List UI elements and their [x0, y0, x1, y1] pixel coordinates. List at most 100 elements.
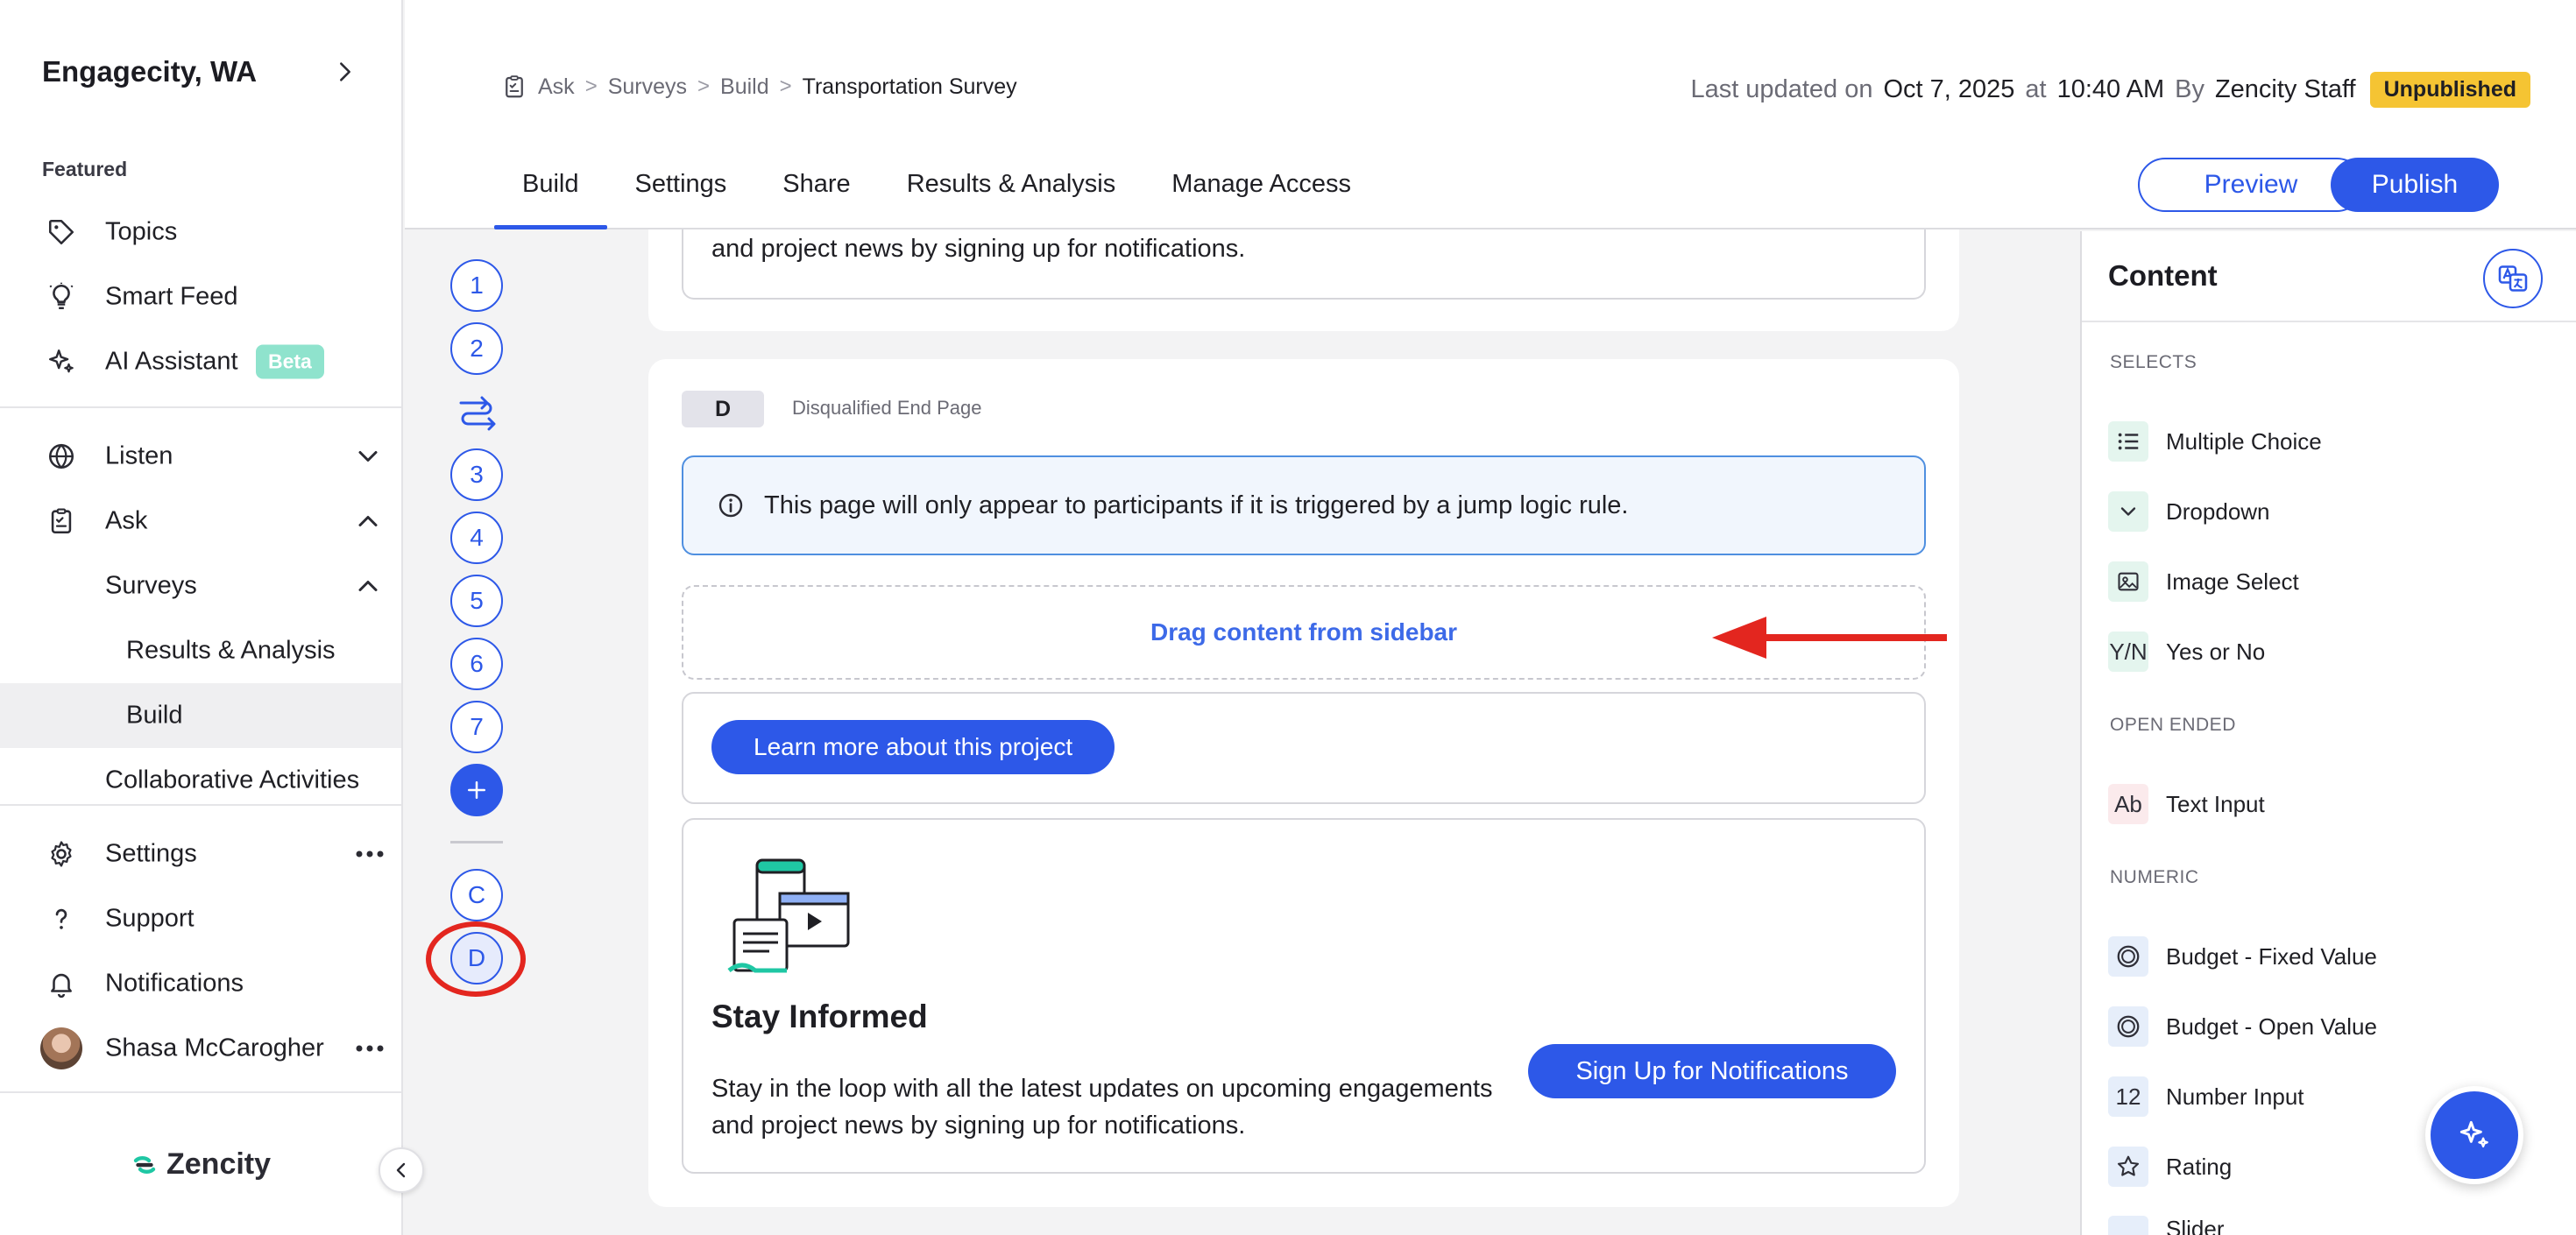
- sidebar-item-ai-assistant[interactable]: AI Assistant Beta: [0, 329, 401, 394]
- tab-results-analysis[interactable]: Results & Analysis: [879, 156, 1144, 229]
- sidebar-divider: [0, 406, 401, 408]
- step-1[interactable]: 1: [450, 259, 503, 312]
- sign-up-notifications-button[interactable]: Sign Up for Notifications: [1528, 1044, 1896, 1098]
- learn-more-button[interactable]: Learn more about this project: [711, 720, 1115, 774]
- sidebar-item-results-analysis[interactable]: Results & Analysis: [0, 618, 401, 683]
- sidebar-item-ask[interactable]: Ask: [0, 489, 401, 554]
- sidebar-item-support[interactable]: Support: [0, 886, 401, 951]
- step-7[interactable]: 7: [450, 701, 503, 753]
- item-label: Text Input: [2166, 790, 2265, 817]
- multiple-choice-item[interactable]: Multiple Choice: [2108, 420, 2322, 462]
- page-badge: D: [682, 391, 764, 427]
- sidebar-item-smart-feed[interactable]: Smart Feed: [0, 265, 401, 329]
- numeric-section-label: NUMERIC: [2110, 867, 2199, 887]
- more-options-icon[interactable]: [352, 1040, 387, 1057]
- last-updated-date: Oct 7, 2025: [1883, 75, 2015, 103]
- lightbulb-icon: [44, 279, 79, 314]
- sidebar-item-collaborative-activities[interactable]: Collaborative Activities: [0, 748, 401, 813]
- jump-logic-notice: This page will only appear to participan…: [682, 455, 1926, 555]
- image-icon: [2108, 561, 2148, 602]
- sparkle-icon: [44, 344, 79, 379]
- translate-button[interactable]: [2483, 249, 2543, 308]
- image-select-item[interactable]: Image Select: [2108, 561, 2299, 603]
- org-switcher[interactable]: Engagecity, WA: [42, 54, 357, 89]
- number-input-item[interactable]: 12 Number Input: [2108, 1076, 2304, 1118]
- sidebar-item-label: Results & Analysis: [126, 636, 336, 665]
- dropdown-item[interactable]: Dropdown: [2108, 490, 2270, 533]
- content-panel-header: Content: [2082, 231, 2576, 322]
- sidebar-item-topics[interactable]: Topics: [0, 200, 401, 265]
- jump-logic-icon[interactable]: [456, 392, 498, 431]
- tab-share[interactable]: Share: [754, 156, 878, 229]
- add-page-button[interactable]: [450, 764, 503, 816]
- budget-fixed-item[interactable]: Budget - Fixed Value: [2108, 935, 2377, 977]
- sidebar-item-build[interactable]: Build: [0, 683, 401, 748]
- rating-item[interactable]: Rating: [2108, 1146, 2232, 1188]
- sidebar-item-label: Ask: [105, 506, 148, 535]
- survey-clipboard-icon: [501, 74, 527, 100]
- sidebar-item-listen[interactable]: Listen: [0, 424, 401, 489]
- breadcrumb-separator-icon: >: [779, 74, 792, 98]
- item-label: Slider: [2166, 1216, 2225, 1235]
- tab-manage-access[interactable]: Manage Access: [1143, 156, 1379, 229]
- left-sidebar: Engagecity, WA Featured Topics Smart Fee…: [0, 0, 403, 1235]
- item-label: Budget - Open Value: [2166, 1013, 2377, 1040]
- list-icon: [2108, 421, 2148, 462]
- chevron-down-icon[interactable]: [352, 441, 384, 472]
- chevron-up-icon[interactable]: [352, 505, 384, 537]
- budget-open-item[interactable]: Budget - Open Value: [2108, 1006, 2377, 1048]
- zencity-logo-icon: [131, 1152, 158, 1178]
- slider-item[interactable]: Slider: [2108, 1216, 2224, 1235]
- open-ended-section-label: OPEN ENDED: [2110, 715, 2236, 735]
- breadcrumb-ask[interactable]: Ask: [538, 74, 575, 100]
- item-label: Number Input: [2166, 1083, 2304, 1110]
- breadcrumb-separator-icon: >: [584, 74, 598, 98]
- tab-settings[interactable]: Settings: [607, 156, 755, 229]
- budget-icon: [2108, 936, 2148, 977]
- collapse-sidebar-button[interactable]: [379, 1147, 424, 1193]
- survey-tabs: Build Settings Share Results & Analysis …: [494, 156, 1379, 229]
- chevron-down-icon: [2108, 491, 2148, 532]
- sidebar-item-settings[interactable]: Settings: [0, 822, 401, 886]
- step-5[interactable]: 5: [450, 575, 503, 627]
- item-label: Dropdown: [2166, 498, 2270, 525]
- ai-assist-fab[interactable]: [2425, 1086, 2523, 1184]
- step-6[interactable]: 6: [450, 638, 503, 690]
- featured-label: Featured: [42, 158, 128, 180]
- text-input-tile: Ab: [2108, 784, 2148, 824]
- step-4[interactable]: 4: [450, 512, 503, 564]
- sidebar-item-surveys[interactable]: Surveys: [0, 554, 401, 618]
- sidebar-item-label: Notifications: [105, 969, 244, 998]
- step-completion-page[interactable]: C: [450, 869, 503, 921]
- devices-illustration-icon: [727, 858, 850, 974]
- annotation-circle: [426, 921, 526, 997]
- sidebar-item-label: AI Assistant: [105, 347, 238, 376]
- brand-logo: Zencity: [131, 1147, 271, 1182]
- chevron-up-icon[interactable]: [352, 570, 384, 602]
- sidebar-item-notifications[interactable]: Notifications: [0, 951, 401, 1016]
- breadcrumb-surveys[interactable]: Surveys: [608, 74, 687, 100]
- sidebar-divider: [0, 1091, 401, 1093]
- tag-icon: [44, 215, 79, 250]
- by-label: By: [2175, 75, 2204, 103]
- publish-button[interactable]: Publish: [2331, 158, 2499, 212]
- yes-no-tile: Y/N: [2108, 632, 2148, 672]
- previous-page-text: and project news by signing up for notif…: [711, 235, 1246, 263]
- sidebar-item-label: Smart Feed: [105, 282, 238, 311]
- sidebar-item-label: Support: [105, 904, 195, 933]
- stay-informed-body: Stay in the loop with all the latest upd…: [711, 1075, 1493, 1140]
- yes-no-item[interactable]: Y/N Yes or No: [2108, 631, 2265, 673]
- step-3[interactable]: 3: [450, 448, 503, 501]
- user-name: Shasa McCarogher: [105, 1034, 324, 1062]
- sidebar-item-user[interactable]: Shasa McCarogher: [0, 1016, 401, 1081]
- tab-build[interactable]: Build: [494, 156, 607, 229]
- breadcrumb-current: Transportation Survey: [802, 74, 1017, 99]
- more-options-icon[interactable]: [352, 845, 387, 863]
- item-label: Image Select: [2166, 568, 2299, 595]
- text-input-item[interactable]: Ab Text Input: [2108, 783, 2265, 825]
- sidebar-item-label: Build: [126, 701, 183, 730]
- step-2[interactable]: 2: [450, 322, 503, 375]
- at-label: at: [2025, 75, 2047, 103]
- breadcrumb-build[interactable]: Build: [720, 74, 769, 100]
- page-header: Ask > Surveys > Build > Transportation S…: [405, 0, 2576, 229]
